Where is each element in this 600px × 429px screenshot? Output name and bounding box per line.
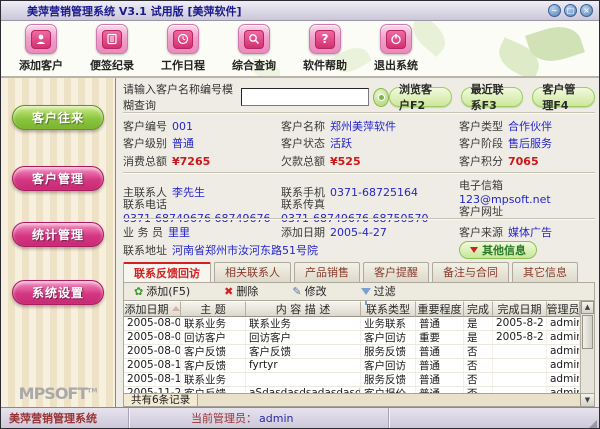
tab-related-contacts[interactable]: 相关联系人 — [214, 261, 291, 282]
field-phone: 联系电话0371-68749676 68749676 — [123, 198, 271, 226]
filter-records-button[interactable]: 过滤 — [360, 283, 396, 305]
column-header-contact-type[interactable]: 联系类型 — [361, 300, 416, 317]
sidebar-item-customer-management[interactable]: 客户管理 — [12, 166, 104, 191]
schedule-clock-icon — [173, 29, 193, 49]
mpsoft-logo: MPSOFTTM — [18, 384, 98, 403]
app-window: 美萍营销管理系统 V3.1 试用版 [美萍软件] − □ × 添加客户 便签纪录 — [0, 0, 600, 429]
field-address: 联系地址 河南省郑州市汝河东路51号院 — [123, 243, 318, 257]
tab-other-info[interactable]: 其它信息 — [512, 261, 578, 282]
edit-page-icon: ✎ — [292, 284, 302, 298]
search-go-button[interactable] — [373, 87, 389, 107]
delete-x-icon: ✖ — [224, 284, 234, 298]
sidebar-item-statistics[interactable]: 统计管理 — [12, 222, 104, 247]
maximize-button[interactable]: □ — [564, 4, 577, 17]
sidebar-item-customer-contacts[interactable]: 客户往来 — [12, 105, 104, 130]
search-label: 请输入客户名称编号模糊查询 — [123, 83, 233, 112]
resize-grip[interactable] — [589, 420, 597, 428]
exit-button[interactable]: 退出系统 — [365, 24, 427, 73]
title-bar: 美萍营销管理系统 V3.1 试用版 [美萍软件] − □ × — [1, 1, 599, 21]
vertical-scrollbar[interactable]: ▲ — [580, 300, 594, 393]
field-customer-level: 客户级别 普通 — [123, 137, 194, 151]
tab-customer-reminders[interactable]: 客户提醒 — [363, 261, 429, 282]
add-record-button[interactable]: ✿ 添加(F5) — [134, 283, 190, 299]
search-input[interactable] — [241, 88, 370, 106]
exit-power-icon — [386, 29, 406, 49]
statusbar-admin: 当前管理员： admin — [129, 408, 389, 428]
column-header-admin[interactable]: 管理员 — [547, 300, 580, 317]
browse-customers-button[interactable]: 浏览客户F2 — [389, 83, 452, 112]
customer-management-button[interactable]: 客户管理F4 — [532, 83, 596, 112]
field-customer-source: 客户来源 媒体广告 — [459, 226, 552, 240]
table-row[interactable]: 2005-08-02联系业务联系业务业务联系普通是2005-8-2admin — [124, 316, 580, 331]
field-customer-points: 客户积分 7065 — [459, 154, 539, 168]
tab-contact-feedback[interactable]: 联系反馈回访 — [123, 261, 211, 282]
note-record-button[interactable]: 便签纪录 — [81, 24, 143, 73]
field-customer-stage: 客户阶段 售后服务 — [459, 137, 552, 151]
main-toolbar: 添加客户 便签纪录 工作日程 综合查询 ? 软件帮助 退出系统 — [1, 21, 599, 78]
scroll-up-icon[interactable]: ▲ — [581, 300, 594, 314]
other-info-button[interactable]: 其他信息 — [459, 240, 537, 259]
table-action-bar: ✿ 添加(F5) ✖ 删除 ✎ 修改 过滤 — [123, 281, 595, 305]
search-icon — [244, 29, 264, 49]
add-customer-button[interactable]: 添加客户 — [10, 24, 72, 73]
field-total-owed: 欠款总额 ¥525 — [281, 154, 361, 168]
help-icon: ? — [315, 29, 335, 49]
record-count-bar: 共有6条记录 ▼ — [123, 392, 595, 407]
recent-contacts-button[interactable]: 最近联系F3 — [460, 83, 524, 112]
table-row[interactable]: 2005-08-19客户反馈fyrtyr客户回访普通否admin — [124, 358, 580, 373]
window-title: 美萍营销管理系统 V3.1 试用版 [美萍软件] — [27, 4, 242, 18]
statusbar-app-name: 美萍营销管理系统 — [1, 408, 129, 428]
main-content: 请输入客户名称编号模糊查询 浏览客户F2 最近联系F3 客户管理F4 客户编号 0… — [116, 78, 599, 407]
field-total-spent: 消费总额 ¥7265 — [123, 154, 211, 168]
field-salesperson: 业 务 员里里 — [123, 226, 190, 240]
divider — [123, 218, 595, 221]
search-go-icon — [377, 93, 385, 101]
field-customer-status: 客户状态 活跃 — [281, 137, 352, 151]
filter-funnel-icon — [360, 287, 371, 305]
field-customer-name: 客户名称 郑州美萍软件 — [281, 119, 396, 133]
column-header-done-date[interactable]: 完成日期 — [493, 300, 547, 317]
divider — [123, 172, 595, 175]
field-customer-id: 客户编号 001 — [123, 119, 193, 133]
note-icon — [102, 29, 122, 49]
sidebar-item-system-settings[interactable]: 系统设置 — [12, 280, 104, 305]
table-header: 添加日期 主 题 内 容 描 述 联系类型 重要程度 完成 完成日期 管理员 — [124, 300, 580, 317]
tab-product-sales[interactable]: 产品销售 — [294, 261, 360, 282]
field-fax: 联系传真0371-68749676 68750570 — [281, 198, 429, 226]
status-bar: 美萍营销管理系统 当前管理员： admin — [1, 407, 599, 428]
column-header-description[interactable]: 内 容 描 述 — [246, 300, 361, 317]
left-sidebar: 客户往来 客户管理 统计管理 系统设置 MPSOFTTM — [1, 78, 116, 407]
help-button[interactable]: ? 软件帮助 — [294, 24, 356, 73]
table-row[interactable]: 2005-08-02客户反馈客户反馈服务反馈普通否admin — [124, 344, 580, 359]
field-add-date: 添加日期 2005-4-27 — [281, 226, 387, 240]
add-customer-icon — [31, 29, 51, 49]
sort-indicator-icon — [171, 306, 180, 312]
tab-notes-contracts[interactable]: 备注与合同 — [432, 261, 509, 282]
column-header-add-date[interactable]: 添加日期 — [124, 300, 181, 317]
query-button[interactable]: 综合查询 — [223, 24, 285, 73]
column-header-importance[interactable]: 重要程度 — [416, 300, 464, 317]
work-schedule-button[interactable]: 工作日程 — [152, 24, 214, 73]
detail-tabs: 联系反馈回访 相关联系人 产品销售 客户提醒 备注与合同 其它信息 — [123, 261, 595, 282]
close-button[interactable]: × — [580, 4, 593, 17]
table-row[interactable]: 2005-08-19联系业务服务反馈普通否admin — [124, 372, 580, 387]
down-arrow-icon — [470, 246, 478, 253]
scroll-down-icon[interactable]: ▼ — [580, 393, 594, 406]
divider — [123, 112, 595, 114]
table-row[interactable]: 2005-08-02回访客户回访客户客户回访重要是2005-8-2admin — [124, 330, 580, 345]
scrollbar-thumb[interactable] — [582, 314, 593, 349]
column-header-subject[interactable]: 主 题 — [181, 300, 246, 317]
delete-record-button[interactable]: ✖ 删除 — [224, 283, 258, 299]
current-admin-value: admin — [259, 411, 294, 425]
field-customer-type: 客户类型 合作伙伴 — [459, 119, 552, 133]
column-header-done[interactable]: 完成 — [464, 300, 493, 317]
feedback-table: 添加日期 主 题 内 容 描 述 联系类型 重要程度 完成 完成日期 管理员 2… — [123, 300, 595, 401]
field-website: 客户网址 — [459, 204, 503, 218]
edit-record-button[interactable]: ✎ 修改 — [292, 283, 326, 299]
add-flower-icon: ✿ — [134, 284, 144, 298]
record-count: 共有6条记录 — [124, 393, 199, 406]
minimize-button[interactable]: − — [548, 4, 561, 17]
